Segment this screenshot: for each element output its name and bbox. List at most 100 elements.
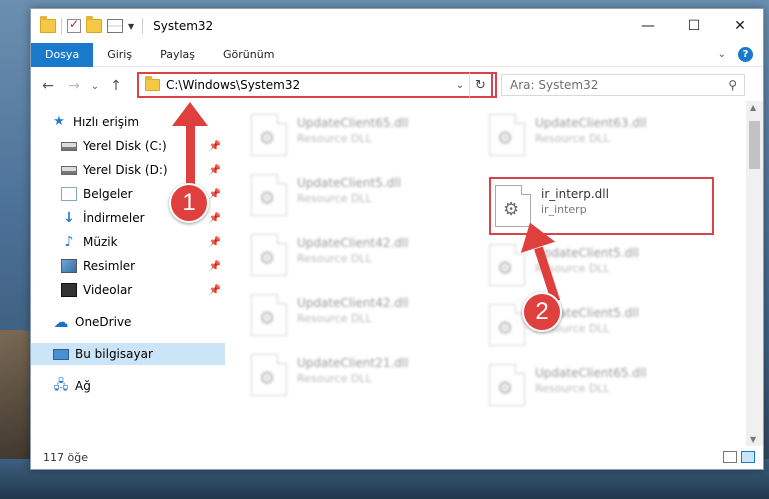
sidebar-item-onedrive[interactable]: ☁ OneDrive xyxy=(31,311,225,333)
details-view-icon[interactable] xyxy=(723,451,737,463)
file-explorer-window: ▼ System32 — ☐ ✕ Dosya Giriş Paylaş Görü… xyxy=(30,8,764,470)
scroll-down-icon[interactable]: ▼ xyxy=(750,435,756,444)
onedrive-icon: ☁ xyxy=(53,313,69,331)
pin-icon[interactable]: 📌 xyxy=(209,213,221,224)
sidebar-item-label: Videolar xyxy=(83,283,133,297)
new-folder-icon[interactable] xyxy=(86,16,102,33)
file-tile[interactable]: ⚙ UpdateClient5.dll Resource DLL xyxy=(251,167,476,223)
search-box[interactable]: Ara: System32 ⚲ xyxy=(501,74,745,96)
sidebar-item-videos[interactable]: Videolar 📌 xyxy=(31,279,225,301)
sidebar-item-local-disk-d[interactable]: Yerel Disk (D:) 📌 xyxy=(31,159,225,181)
dll-file-icon: ⚙ xyxy=(251,234,287,276)
sidebar-item-label: Ağ xyxy=(75,379,91,393)
pin-icon[interactable]: 📌 xyxy=(209,141,221,152)
file-name: UpdateClient65.dll xyxy=(297,115,409,130)
help-icon[interactable]: ? xyxy=(738,47,753,62)
dll-file-icon: ⚙ xyxy=(251,114,287,156)
sidebar-item-label: Yerel Disk (D:) xyxy=(83,163,168,177)
sidebar-item-label: Yerel Disk (C:) xyxy=(83,139,167,153)
tab-gorunum[interactable]: Görünüm xyxy=(209,43,288,67)
title-bar: ▼ System32 — ☐ ✕ xyxy=(31,9,763,43)
dll-file-icon: ⚙ xyxy=(489,364,525,406)
up-button[interactable]: ↑ xyxy=(103,73,129,99)
file-type: Resource DLL xyxy=(297,251,372,265)
sidebar-item-label: OneDrive xyxy=(75,315,132,329)
dll-file-icon: ⚙ xyxy=(251,174,287,216)
scroll-up-icon[interactable]: ▲ xyxy=(750,103,756,112)
sidebar-item-this-pc[interactable]: Bu bilgisayar xyxy=(31,343,225,365)
pin-icon[interactable]: 📌 xyxy=(209,237,221,248)
scrollbar-thumb[interactable] xyxy=(749,121,760,169)
sidebar-item-label: Hızlı erişim xyxy=(73,115,140,129)
properties-check-icon[interactable] xyxy=(67,17,81,33)
drive-icon xyxy=(61,165,77,175)
folder-icon xyxy=(145,76,160,91)
sidebar-item-label: Müzik xyxy=(83,235,118,249)
pin-icon[interactable]: 📌 xyxy=(209,285,221,296)
sidebar-item-pictures[interactable]: Resimler 📌 xyxy=(31,255,225,277)
file-tile[interactable]: ⚙ UpdateClient21.dll Resource DLL xyxy=(251,347,476,403)
this-pc-icon xyxy=(53,348,69,360)
file-tile[interactable]: ⚙ UpdateClient65.dll Resource DLL xyxy=(489,357,714,413)
pin-icon[interactable]: 📌 xyxy=(209,165,221,176)
sidebar-item-label: Bu bilgisayar xyxy=(75,347,153,361)
quick-access-toolbar: ▼ xyxy=(31,16,134,34)
file-type: Resource DLL xyxy=(297,311,372,325)
forward-button[interactable]: → xyxy=(61,73,87,99)
file-tile[interactable]: ⚙ UpdateClient63.dll Resource DLL xyxy=(489,107,714,163)
tab-giris[interactable]: Giriş xyxy=(93,43,146,67)
separator xyxy=(142,18,144,34)
file-tile[interactable]: ⚙ UpdateClient65.dll Resource DLL xyxy=(251,107,476,163)
minimize-button[interactable]: — xyxy=(625,9,671,43)
vertical-scrollbar[interactable]: ▲ ▼ xyxy=(746,101,763,446)
back-button[interactable]: ← xyxy=(35,73,61,99)
file-name: UpdateClient65.dll xyxy=(535,365,647,380)
tab-paylas[interactable]: Paylaş xyxy=(146,43,209,67)
address-bar[interactable]: C:\Windows\System32 ⌄ xyxy=(137,72,497,98)
drive-icon xyxy=(61,141,77,151)
network-icon: 🖧 xyxy=(53,378,69,393)
expand-ribbon-chevron-icon[interactable]: ⌄ xyxy=(718,49,726,60)
sidebar-item-local-disk-c[interactable]: Yerel Disk (C:) 📌 xyxy=(31,135,225,157)
file-name: UpdateClient21.dll xyxy=(297,355,409,370)
videos-icon xyxy=(61,283,77,297)
close-button[interactable]: ✕ xyxy=(717,9,763,43)
file-name: UpdateClient42.dll xyxy=(297,235,409,250)
star-icon: ★ xyxy=(53,114,65,129)
view-toggle xyxy=(723,451,763,463)
pin-icon[interactable]: 📌 xyxy=(209,189,221,200)
documents-icon xyxy=(61,187,77,201)
file-name: UpdateClient63.dll xyxy=(535,115,647,130)
address-dropdown-chevron-icon[interactable]: ⌄ xyxy=(451,80,469,91)
window-title: System32 xyxy=(153,19,214,33)
chevron-down-icon[interactable]: ▼ xyxy=(128,22,134,31)
item-count: 117 öğe xyxy=(43,450,88,464)
file-name: UpdateClient5.dll xyxy=(535,245,639,260)
refresh-button[interactable]: ↻ xyxy=(469,72,493,98)
ribbon-right-controls: ⌄ ? xyxy=(718,47,763,62)
window-controls: — ☐ ✕ xyxy=(625,9,763,43)
folder-icon xyxy=(40,16,56,33)
pin-icon[interactable]: 📌 xyxy=(209,261,221,272)
maximize-button[interactable]: ☐ xyxy=(671,9,717,43)
refresh-icon: ↻ xyxy=(475,77,486,93)
file-type: ir_interp xyxy=(541,202,587,216)
dll-file-icon: ⚙ xyxy=(251,354,287,396)
sidebar-item-music[interactable]: ♪ Müzik 📌 xyxy=(31,231,225,253)
recent-locations-button[interactable]: ⌄ xyxy=(87,73,103,99)
file-type: Resource DLL xyxy=(297,371,372,385)
dll-file-icon: ⚙ xyxy=(495,185,531,227)
sidebar-item-network[interactable]: 🖧 Ağ xyxy=(31,375,225,397)
navigation-bar: ← → ⌄ ↑ C:\Windows\System32 ⌄ ↻ Ara: Sys… xyxy=(31,71,763,101)
file-tile[interactable]: ⚙ UpdateClient42.dll Resource DLL xyxy=(251,227,476,283)
large-icons-view-icon[interactable] xyxy=(741,451,755,463)
sidebar-item-label: Resimler xyxy=(83,259,136,273)
customize-toolbar-icon[interactable] xyxy=(107,19,123,33)
annotation-badge-2: 2 xyxy=(522,292,562,332)
file-type: Resource DLL xyxy=(535,381,610,395)
annotation-arrow-1-head xyxy=(172,102,208,126)
file-type: Resource DLL xyxy=(535,131,610,145)
tab-dosya[interactable]: Dosya xyxy=(31,42,94,67)
file-tile[interactable]: ⚙ UpdateClient42.dll Resource DLL xyxy=(251,287,476,343)
pictures-icon xyxy=(61,259,77,273)
